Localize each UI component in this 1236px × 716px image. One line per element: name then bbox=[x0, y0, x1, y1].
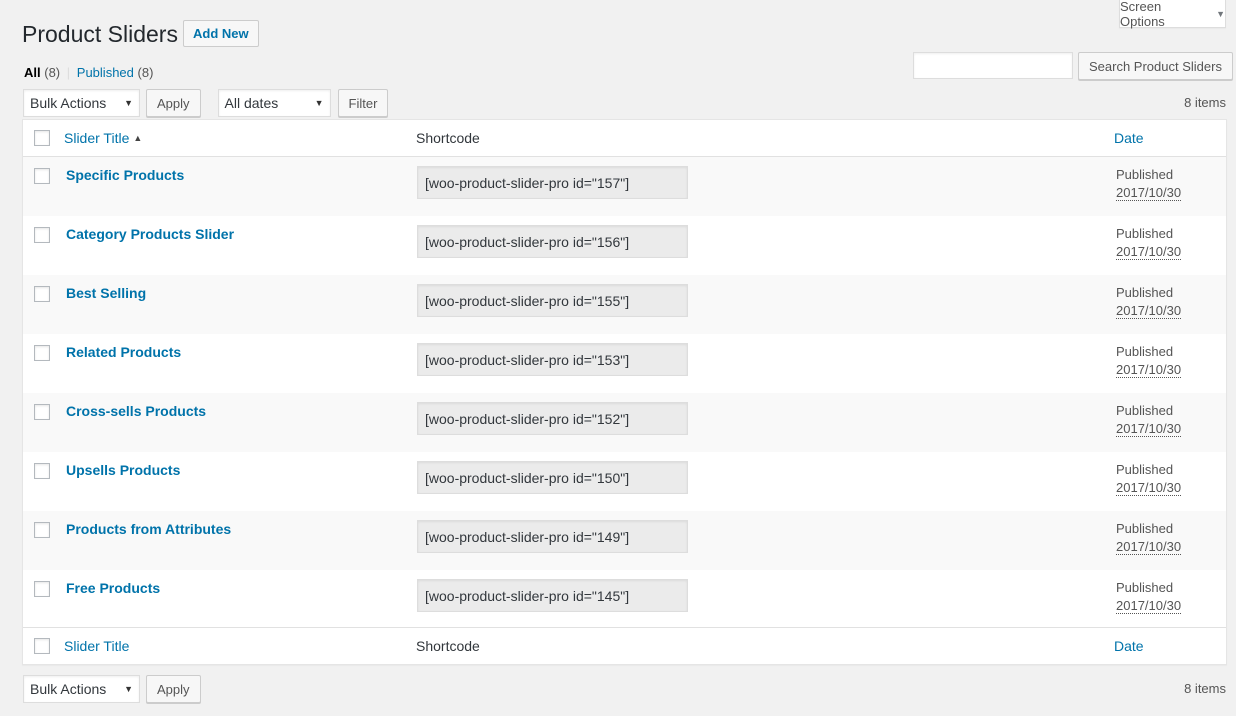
row-title-link[interactable]: Category Products Slider bbox=[66, 226, 234, 242]
row-checkbox[interactable] bbox=[34, 581, 50, 597]
items-count-bottom: 8 items bbox=[1184, 681, 1226, 696]
apply-button[interactable]: Apply bbox=[146, 89, 201, 117]
search-input[interactable] bbox=[913, 52, 1073, 79]
caret-down-icon: ▼ bbox=[124, 98, 133, 108]
row-status: Published bbox=[1116, 344, 1174, 359]
row-title-link[interactable]: Best Selling bbox=[66, 285, 146, 301]
row-date: 2017/10/30 bbox=[1116, 244, 1182, 260]
table-row: Best Selling [woo-product-slider-pro id=… bbox=[23, 275, 1226, 334]
row-status: Published bbox=[1116, 167, 1174, 182]
shortcode-field[interactable]: [woo-product-slider-pro id="157"] bbox=[417, 166, 688, 199]
column-date-sort[interactable]: Date bbox=[1114, 130, 1144, 146]
bulk-actions-select-bottom[interactable]: Bulk Actions ▼ bbox=[23, 675, 140, 703]
caret-down-icon: ▼ bbox=[314, 98, 324, 108]
bulk-actions-value: Bulk Actions bbox=[30, 95, 107, 111]
status-filters: All (8) | Published (8) bbox=[24, 65, 153, 80]
filter-all-count: (8) bbox=[44, 65, 61, 80]
table-row: Upsells Products [woo-product-slider-pro… bbox=[23, 452, 1226, 511]
filter-separator: | bbox=[66, 65, 71, 80]
column-title-sort[interactable]: Slider Title ▲ bbox=[64, 130, 142, 146]
apply-button-bottom[interactable]: Apply bbox=[146, 675, 201, 703]
column-date-sort-footer[interactable]: Date bbox=[1114, 638, 1144, 654]
row-checkbox[interactable] bbox=[34, 522, 50, 538]
shortcode-field[interactable]: [woo-product-slider-pro id="149"] bbox=[417, 520, 688, 553]
caret-down-icon: ▼ bbox=[1216, 8, 1225, 19]
row-checkbox[interactable] bbox=[34, 463, 50, 479]
table-header: Slider Title ▲ Shortcode Date bbox=[23, 120, 1226, 157]
row-date: 2017/10/30 bbox=[1116, 421, 1182, 437]
row-title-link[interactable]: Upsells Products bbox=[66, 462, 180, 478]
dates-value: All dates bbox=[224, 95, 279, 111]
filter-button[interactable]: Filter bbox=[337, 89, 389, 117]
filter-all-link[interactable]: All bbox=[24, 65, 41, 80]
row-date: 2017/10/30 bbox=[1116, 539, 1182, 555]
row-checkbox[interactable] bbox=[34, 227, 50, 243]
caret-down-icon: ▼ bbox=[124, 684, 133, 694]
row-status: Published bbox=[1116, 580, 1174, 595]
row-date: 2017/10/30 bbox=[1116, 303, 1182, 319]
tablenav-bottom: Bulk Actions ▼ Apply bbox=[23, 675, 201, 703]
table-row: Products from Attributes [woo-product-sl… bbox=[23, 511, 1226, 570]
bulk-actions-value: Bulk Actions bbox=[30, 681, 107, 697]
table-row: Specific Products [woo-product-slider-pr… bbox=[23, 157, 1226, 216]
row-title-link[interactable]: Cross-sells Products bbox=[66, 403, 206, 419]
tablenav-top: Bulk Actions ▼ Apply All dates ▼ Filter bbox=[23, 89, 389, 117]
shortcode-field[interactable]: [woo-product-slider-pro id="156"] bbox=[417, 225, 688, 258]
row-checkbox[interactable] bbox=[34, 345, 50, 361]
table-row: Cross-sells Products [woo-product-slider… bbox=[23, 393, 1226, 452]
row-date: 2017/10/30 bbox=[1116, 480, 1182, 496]
row-status: Published bbox=[1116, 521, 1174, 536]
caret-up-icon: ▲ bbox=[133, 133, 143, 143]
shortcode-field[interactable]: [woo-product-slider-pro id="153"] bbox=[417, 343, 688, 376]
dates-select[interactable]: All dates ▼ bbox=[217, 89, 331, 117]
screen-options-button[interactable]: Screen Options ▼ bbox=[1119, 0, 1226, 29]
select-all-checkbox[interactable] bbox=[34, 130, 50, 146]
table-row: Related Products [woo-product-slider-pro… bbox=[23, 334, 1226, 393]
table-row: Category Products Slider [woo-product-sl… bbox=[23, 216, 1226, 275]
search-button[interactable]: Search Product Sliders bbox=[1078, 52, 1233, 80]
filter-published-count: (8) bbox=[137, 65, 154, 80]
add-new-button[interactable]: Add New bbox=[183, 20, 259, 47]
row-date: 2017/10/30 bbox=[1116, 185, 1182, 201]
row-date: 2017/10/30 bbox=[1116, 362, 1182, 378]
row-checkbox[interactable] bbox=[34, 168, 50, 184]
row-title-link[interactable]: Specific Products bbox=[66, 167, 184, 183]
row-checkbox[interactable] bbox=[34, 404, 50, 420]
column-shortcode-label: Shortcode bbox=[416, 130, 480, 146]
row-date: 2017/10/30 bbox=[1116, 598, 1182, 614]
row-title-link[interactable]: Free Products bbox=[66, 580, 160, 596]
shortcode-field[interactable]: [woo-product-slider-pro id="145"] bbox=[417, 579, 688, 612]
row-status: Published bbox=[1116, 285, 1174, 300]
column-title-sort-footer[interactable]: Slider Title bbox=[64, 638, 129, 654]
shortcode-field[interactable]: [woo-product-slider-pro id="150"] bbox=[417, 461, 688, 494]
table-footer: Slider Title Shortcode Date bbox=[23, 627, 1226, 664]
search-box: Search Product Sliders bbox=[913, 52, 1233, 80]
shortcode-field[interactable]: [woo-product-slider-pro id="155"] bbox=[417, 284, 688, 317]
page-title: Product Sliders bbox=[22, 21, 178, 47]
table-row: Free Products [woo-product-slider-pro id… bbox=[23, 570, 1226, 629]
bulk-actions-select[interactable]: Bulk Actions ▼ bbox=[23, 89, 140, 117]
column-shortcode-label-footer: Shortcode bbox=[416, 638, 480, 654]
column-title-label: Slider Title bbox=[64, 130, 130, 146]
row-title-link[interactable]: Related Products bbox=[66, 344, 181, 360]
items-count-top: 8 items bbox=[1184, 95, 1226, 110]
filter-published-link[interactable]: Published bbox=[77, 65, 134, 80]
shortcode-field[interactable]: [woo-product-slider-pro id="152"] bbox=[417, 402, 688, 435]
screen-options-label: Screen Options bbox=[1120, 0, 1165, 29]
row-checkbox[interactable] bbox=[34, 286, 50, 302]
row-status: Published bbox=[1116, 462, 1174, 477]
sliders-table: Slider Title ▲ Shortcode Date Specific Pr… bbox=[22, 119, 1227, 665]
row-status: Published bbox=[1116, 226, 1174, 241]
row-title-link[interactable]: Products from Attributes bbox=[66, 521, 231, 537]
row-status: Published bbox=[1116, 403, 1174, 418]
select-all-checkbox-footer[interactable] bbox=[34, 638, 50, 654]
